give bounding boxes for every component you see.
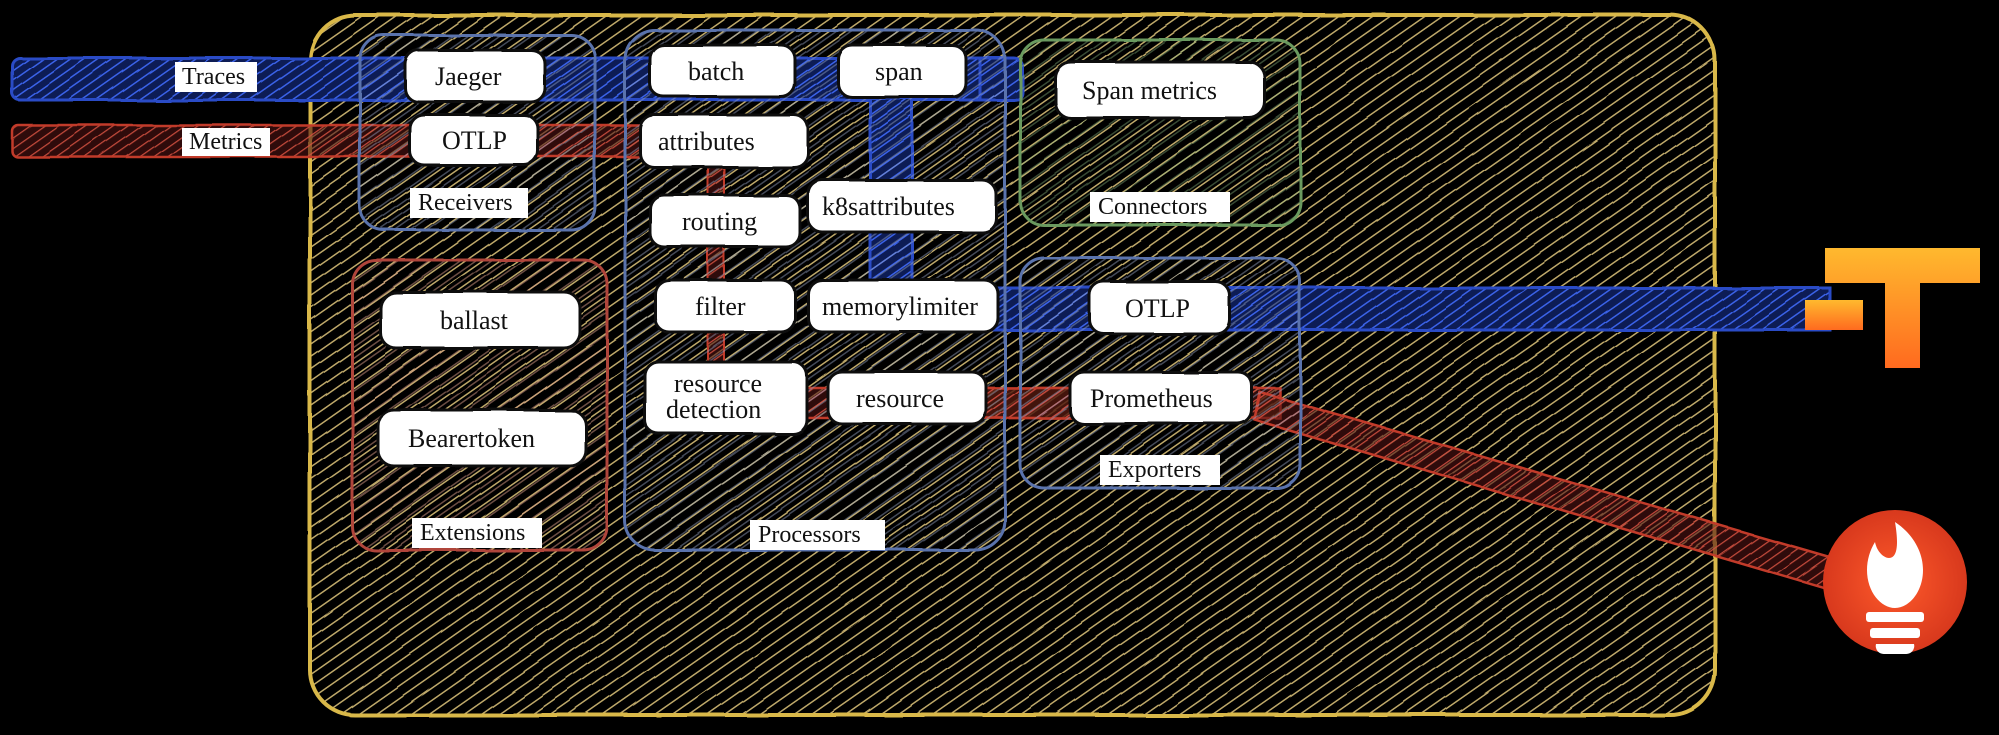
receivers-label: Receivers: [410, 188, 528, 218]
svg-text:Extensions: Extensions: [420, 520, 525, 546]
svg-text:Traces: Traces: [182, 64, 245, 90]
prometheus-icon: [1823, 510, 1967, 654]
memorylimiter-label: memorylimiter: [822, 292, 978, 321]
tempo-icon: [1805, 248, 1980, 368]
extensions-label: Extensions: [412, 518, 542, 548]
attributes-label: attributes: [658, 127, 755, 156]
k8sattributes-label: k8sattributes: [822, 192, 955, 221]
filter-label: filter: [695, 292, 746, 321]
jaeger-label: Jaeger: [435, 62, 502, 91]
exporters-label: Exporters: [1100, 455, 1220, 485]
svg-text:Connectors: Connectors: [1098, 194, 1207, 220]
span-metrics-label: Span metrics: [1082, 76, 1217, 105]
otlp-exporter-label: OTLP: [1125, 294, 1190, 323]
resource-detection-label: resource detection: [666, 369, 769, 424]
routing-label: routing: [682, 207, 757, 236]
metrics-label: Metrics: [182, 128, 270, 156]
svg-text:Exporters: Exporters: [1108, 457, 1201, 483]
otlp-receiver-label: OTLP: [442, 126, 507, 155]
span-label: span: [875, 57, 923, 86]
bearertoken-label: Bearertoken: [408, 424, 535, 453]
svg-text:Metrics: Metrics: [189, 129, 262, 155]
ballast-label: ballast: [440, 306, 509, 335]
svg-text:Processors: Processors: [758, 522, 861, 548]
processors-label: Processors: [750, 520, 885, 550]
prometheus-exporter-label: Prometheus: [1090, 384, 1213, 413]
svg-text:Receivers: Receivers: [418, 190, 513, 216]
resource-label: resource: [856, 384, 944, 413]
batch-label: batch: [688, 57, 744, 86]
connectors-label: Connectors: [1090, 192, 1230, 222]
traces-label: Traces: [175, 62, 257, 92]
